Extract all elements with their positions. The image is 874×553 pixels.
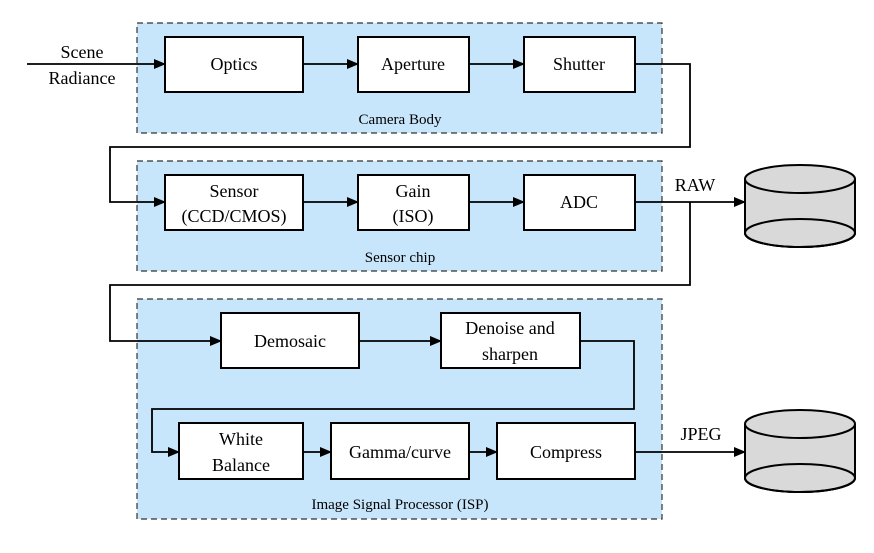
block-compress: Compress	[496, 422, 636, 480]
block-sensor-label-1: Sensor	[210, 181, 259, 201]
block-denoise-label-2: sharpen	[482, 344, 538, 364]
jpeg-label: JPEG	[680, 424, 721, 444]
block-optics: Optics	[164, 36, 304, 93]
block-shutter: Shutter	[523, 36, 636, 93]
block-denoise-label-1: Denoise and	[465, 318, 554, 338]
block-white-balance-label-2: Balance	[212, 455, 270, 475]
block-demosaic: Demosaic	[220, 312, 360, 369]
block-gain: Gain (ISO)	[357, 174, 470, 231]
jpeg-storage-icon	[744, 409, 856, 493]
block-aperture: Aperture	[357, 36, 470, 93]
block-shutter-label: Shutter	[553, 54, 605, 74]
block-gain-label-1: Gain	[396, 181, 431, 201]
block-gamma: Gamma/curve	[330, 422, 470, 480]
raw-label: RAW	[675, 175, 716, 195]
block-demosaic-label: Demosaic	[254, 331, 326, 351]
block-adc-label: ADC	[560, 192, 598, 212]
block-sensor-label-2: (CCD/CMOS)	[181, 206, 286, 227]
input-label-line2: Radiance	[49, 68, 116, 88]
block-adc: ADC	[523, 174, 636, 231]
block-white-balance-label-1: White	[219, 429, 263, 449]
sensor-chip-label: Sensor chip	[365, 250, 435, 266]
block-white-balance: White Balance	[178, 422, 304, 480]
isp-label: Image Signal Processor (ISP)	[311, 497, 488, 513]
block-gamma-label: Gamma/curve	[349, 442, 451, 462]
block-compress-label: Compress	[530, 442, 602, 462]
raw-storage-icon	[744, 164, 856, 248]
block-aperture-label: Aperture	[381, 54, 445, 74]
block-optics-label: Optics	[211, 54, 258, 74]
camera-pipeline-diagram: Camera Body Sensor chip Image Signal Pro…	[27, 22, 856, 520]
block-denoise: Denoise and sharpen	[440, 312, 581, 369]
block-sensor: Sensor (CCD/CMOS)	[164, 174, 304, 231]
camera-body-label: Camera Body	[359, 112, 442, 128]
input-label-line1: Scene	[61, 42, 104, 62]
block-gain-label-2: (ISO)	[393, 206, 434, 227]
